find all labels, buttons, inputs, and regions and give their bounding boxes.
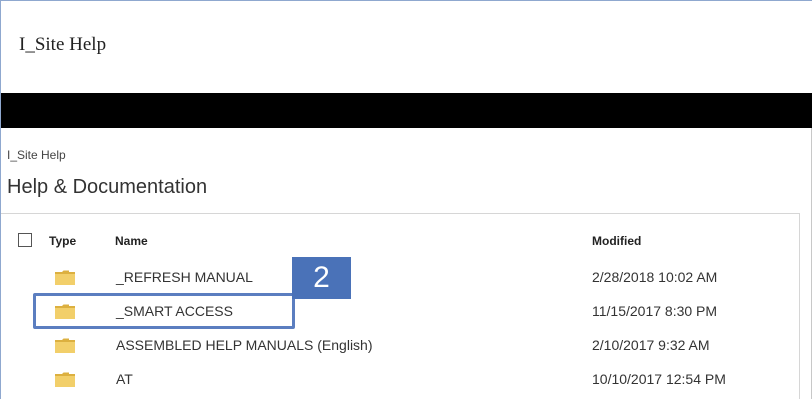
table-row[interactable]: _REFRESH MANUAL 2/28/2018 10:02 AM <box>1 262 799 294</box>
row-name-link[interactable]: AT <box>116 371 133 387</box>
divider <box>799 213 800 399</box>
column-header-modified[interactable]: Modified <box>592 234 641 248</box>
highlight-box <box>33 293 295 329</box>
row-modified: 10/10/2017 12:54 PM <box>592 371 726 387</box>
row-modified: 2/10/2017 9:32 AM <box>592 337 710 353</box>
row-name-link[interactable]: ASSEMBLED HELP MANUALS (English) <box>116 337 373 353</box>
table-row[interactable]: ASSEMBLED HELP MANUALS (English) 2/10/20… <box>1 330 799 362</box>
app-title[interactable]: I_Site Help <box>19 34 106 56</box>
folder-icon <box>55 338 75 353</box>
top-navigation-bar <box>1 93 812 128</box>
app-header: I_Site Help <box>1 0 812 93</box>
step-callout-badge: 2 <box>292 257 351 299</box>
column-header-name[interactable]: Name <box>115 234 148 248</box>
folder-icon <box>55 372 75 387</box>
folder-icon <box>55 270 75 285</box>
table-row[interactable]: AT 10/10/2017 12:54 PM <box>1 364 799 396</box>
row-name-link[interactable]: _REFRESH MANUAL <box>116 269 253 285</box>
app-frame: I_Site Help I_Site Help Help & Documenta… <box>0 0 812 399</box>
divider <box>1 213 799 214</box>
page-title: Help & Documentation <box>7 176 208 198</box>
row-modified: 11/15/2017 8:30 PM <box>592 303 718 319</box>
breadcrumb[interactable]: I_Site Help <box>7 148 66 162</box>
table-header: Type Name Modified <box>1 228 799 254</box>
select-all-checkbox[interactable] <box>18 233 32 247</box>
row-modified: 2/28/2018 10:02 AM <box>592 269 718 285</box>
column-header-type[interactable]: Type <box>49 234 76 248</box>
